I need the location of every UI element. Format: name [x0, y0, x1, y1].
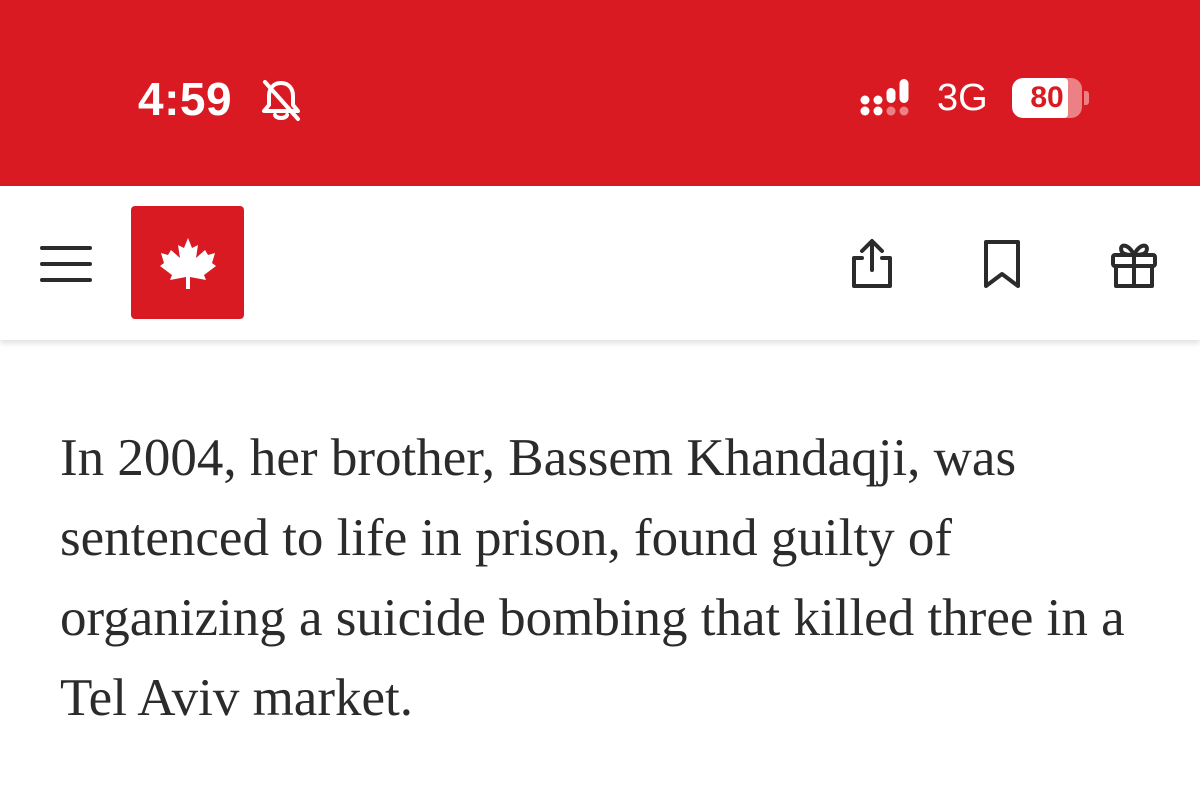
bell-muted-icon — [262, 80, 300, 121]
maple-leaf-icon — [160, 238, 216, 289]
article-paragraph: In 2004, her brother, Bassem Khandaqji, … — [60, 429, 1125, 727]
status-bar: 4:59 3G 80 — [0, 0, 1200, 186]
network-type: 3G — [937, 77, 988, 119]
battery-level: 80 — [1030, 81, 1064, 114]
battery-icon: 80 — [1012, 78, 1089, 118]
bookmark-icon[interactable] — [974, 236, 1030, 292]
gift-icon[interactable] — [1106, 236, 1162, 292]
app-header — [0, 186, 1200, 340]
signal-icon — [860, 79, 909, 116]
share-icon[interactable] — [844, 236, 900, 292]
status-time: 4:59 — [138, 73, 233, 125]
logo[interactable] — [131, 206, 244, 319]
menu-icon[interactable] — [38, 240, 94, 288]
